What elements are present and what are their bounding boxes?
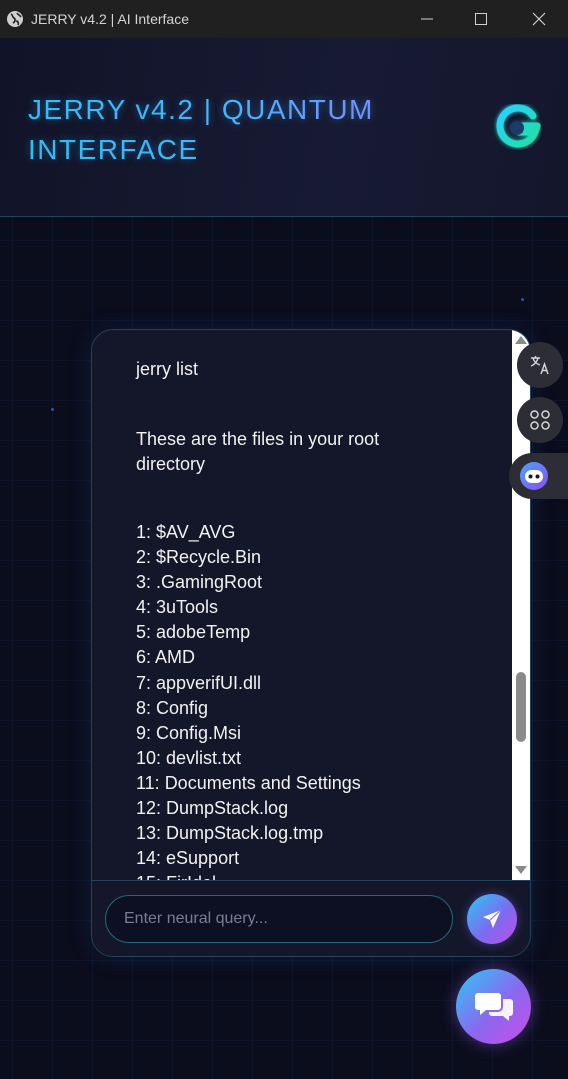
list-item: 11: Documents and Settings bbox=[136, 772, 361, 793]
scroll-up-arrow-icon[interactable] bbox=[515, 336, 527, 344]
file-list: 1: $AV_AVG 2: $Recycle.Bin 3: .GamingRoo… bbox=[136, 520, 361, 880]
assistant-avatar-icon bbox=[520, 462, 548, 490]
app-logo-icon bbox=[496, 104, 541, 148]
apps-button[interactable] bbox=[517, 397, 563, 443]
page-title: JERRY v4.2 | QUANTUM INTERFACE bbox=[28, 90, 408, 170]
scroll-down-arrow-icon[interactable] bbox=[515, 866, 527, 874]
list-item: 1: $AV_AVG bbox=[136, 522, 236, 542]
chat-toggle-button[interactable] bbox=[456, 969, 531, 1044]
assistant-button[interactable] bbox=[509, 453, 568, 499]
chat-bubbles-icon bbox=[474, 992, 513, 1021]
maximize-button[interactable] bbox=[452, 0, 510, 38]
list-item: 14: eSupport bbox=[136, 848, 240, 869]
background-star bbox=[521, 298, 524, 301]
app-window: JERRY v4.2 | AI Interface JERRY v4.2 | Q… bbox=[0, 0, 568, 1079]
list-item: 6: AMD bbox=[136, 647, 196, 668]
list-item: 12: DumpStack.log bbox=[136, 798, 289, 819]
list-item: 9: Config.Msi bbox=[136, 722, 242, 743]
globe-icon bbox=[7, 11, 23, 27]
message-list[interactable]: jerry list These are the files in your r… bbox=[92, 330, 512, 880]
minimize-icon bbox=[421, 18, 433, 20]
list-item: 2: $Recycle.Bin bbox=[136, 547, 262, 568]
list-item: 8: Config bbox=[136, 697, 209, 718]
maximize-icon bbox=[475, 13, 487, 25]
app-header: JERRY v4.2 | QUANTUM INTERFACE bbox=[0, 38, 568, 217]
close-button[interactable] bbox=[510, 0, 568, 38]
list-item: 15: FirIdol bbox=[136, 871, 361, 880]
list-item: 13: DumpStack.log.tmp bbox=[136, 823, 324, 844]
send-button[interactable] bbox=[467, 894, 517, 944]
paper-plane-icon bbox=[483, 909, 502, 928]
window-title: JERRY v4.2 | AI Interface bbox=[31, 11, 189, 27]
user-message: jerry list bbox=[136, 359, 198, 379]
list-item: 10: devlist.txt bbox=[136, 747, 242, 768]
list-item: 3: .GamingRoot bbox=[136, 572, 263, 593]
command-icon bbox=[530, 410, 550, 430]
chat-window: jerry list These are the files in your r… bbox=[91, 329, 531, 957]
bot-message-intro: These are the files in your root directo… bbox=[136, 429, 380, 474]
list-item: 5: adobeTemp bbox=[136, 622, 251, 643]
translate-button[interactable] bbox=[517, 342, 563, 388]
minimize-button[interactable] bbox=[398, 0, 456, 38]
list-item: 7: appverifUI.dll bbox=[136, 672, 262, 693]
window-titlebar: JERRY v4.2 | AI Interface bbox=[0, 0, 568, 38]
translate-icon bbox=[530, 356, 549, 375]
input-bar bbox=[92, 880, 530, 956]
background-star bbox=[51, 408, 54, 411]
close-icon bbox=[532, 12, 546, 26]
scrollbar-thumb[interactable] bbox=[516, 672, 526, 742]
query-input[interactable] bbox=[105, 895, 453, 943]
list-item: 4: 3uTools bbox=[136, 597, 219, 618]
